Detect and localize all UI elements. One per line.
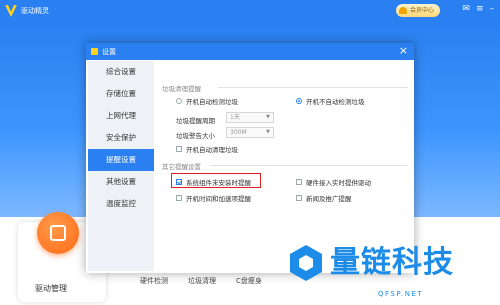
app-titlebar: 驱动精灵 会员中心 ✉ ≡ – [0,0,500,22]
boot-time-box[interactable] [176,195,182,201]
sidebar-item-security[interactable]: 安全保护 [88,127,154,149]
hardware-driver-checkbox[interactable]: 硬件接入实时提供驱动 [296,177,371,187]
radio-no-auto-dot[interactable] [296,98,302,104]
boot-time-checkbox[interactable]: 开机时间和加速项提醒 [176,193,251,203]
chevron-down-icon: ▼ [266,129,270,135]
auto-clean-checkbox[interactable]: 开机自动清理垃圾 [176,144,238,154]
chevron-down-icon: ▼ [266,114,270,120]
news-promo-checkbox[interactable]: 新闻及推广提醒 [296,193,352,203]
hardware-driver-label: 硬件接入实时提供驱动 [306,179,371,187]
auto-clean-box[interactable] [176,146,182,152]
period-label: 垃圾提醒周期 [176,117,215,125]
tool-nav-hardware[interactable]: 硬件检测 [140,276,168,286]
component-reminder-label: 系统组件未安装时提醒 [186,179,251,187]
section-divider [218,87,408,88]
garbage-section-title: 垃圾清理提醒 [162,85,201,93]
app-logo-icon [5,5,17,17]
sidebar-item-general[interactable]: 综合设置 [88,61,154,83]
tool-nav-clean[interactable]: 垃圾清理 [188,276,216,286]
dialog-titlebar: 设置 × [86,43,414,60]
sidebar-item-reminder[interactable]: 提醒设置 [88,149,154,171]
radio-auto-dot[interactable] [176,98,182,104]
boot-time-label: 开机时间和加速项提醒 [186,195,251,203]
component-reminder-checkbox[interactable]: 系统组件未安装时提醒 [176,177,251,187]
radio-no-auto-label: 开机不自动检测垃圾 [306,98,365,106]
sidebar-item-temperature[interactable]: 温度监控 [88,193,154,215]
chip-icon [37,212,79,254]
mail-icon[interactable]: ✉ [462,4,470,14]
driver-manage-label: 驱动管理 [35,284,67,293]
vip-center-button[interactable]: 会员中心 [395,4,440,17]
settings-content: 垃圾清理提醒 开机自动检测垃圾 开机不自动检测垃圾 垃圾提醒周期 1天 ▼ 垃圾… [160,63,408,269]
period-select[interactable]: 1天 ▼ [226,112,274,123]
watermark-text: 量链科技 [330,245,454,280]
tool-nav: 硬件检测 垃圾清理 C盘瘦身 [140,276,262,286]
hardware-driver-box[interactable] [296,179,302,185]
watermark: 量链科技 [288,243,454,283]
dialog-title: 设置 [102,48,116,56]
other-section-title: 其它提醒设置 [162,163,201,171]
sidebar-item-proxy[interactable]: 上网代理 [88,105,154,127]
news-promo-label: 新闻及推广提醒 [306,195,352,203]
radio-auto-detect[interactable]: 开机自动检测垃圾 [176,96,238,106]
component-reminder-box[interactable] [176,179,182,185]
sidebar-item-other[interactable]: 其他设置 [88,171,154,193]
settings-sidebar: 综合设置 存储位置 上网代理 安全保护 提醒设置 其他设置 温度监控 [88,61,154,271]
watermark-sub: QFSP.NET [378,290,424,298]
size-label: 垃圾警告大小 [176,132,215,140]
titlebar-icons: ✉ ≡ – [462,4,494,14]
tool-nav-cdrive[interactable]: C盘瘦身 [236,276,262,286]
section-divider [210,165,408,166]
auto-clean-label: 开机自动清理垃圾 [186,146,238,154]
minimize-icon[interactable]: – [490,4,495,14]
settings-dialog: 设置 × 综合设置 存储位置 上网代理 安全保护 提醒设置 其他设置 温度监控 … [86,43,414,273]
settings-logo-icon [91,48,98,55]
watermark-logo-icon [288,243,324,283]
app-title: 驱动精灵 [21,7,49,15]
sidebar-item-storage[interactable]: 存储位置 [88,83,154,105]
radio-auto-label: 开机自动检测垃圾 [186,98,238,106]
period-value: 1天 [230,114,240,121]
radio-no-auto-detect[interactable]: 开机不自动检测垃圾 [296,96,365,106]
size-value: 300M [230,129,247,136]
news-promo-box[interactable] [296,195,302,201]
close-icon[interactable]: × [399,44,408,58]
menu-icon[interactable]: ≡ [476,4,484,14]
size-select[interactable]: 300M ▼ [226,127,274,138]
